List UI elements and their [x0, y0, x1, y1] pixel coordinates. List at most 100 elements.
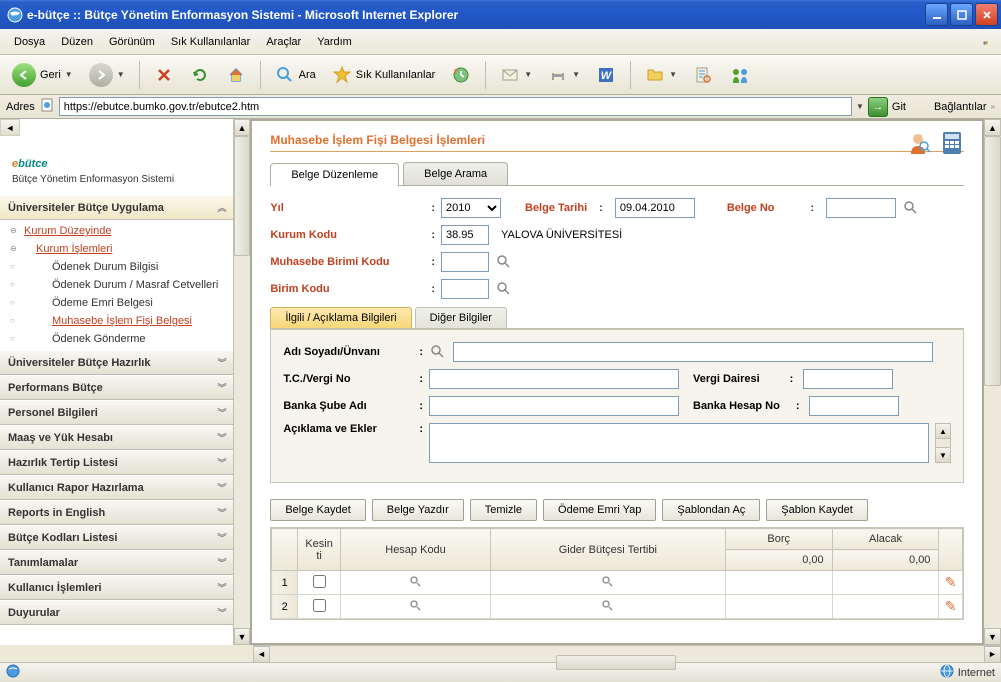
- input-belge-tarihi[interactable]: [615, 198, 695, 218]
- chk-kesinti-2[interactable]: [313, 599, 326, 612]
- chevron-down-icon: ︾: [218, 581, 225, 594]
- textarea-aciklama[interactable]: [429, 423, 929, 463]
- btn-odeme-emri[interactable]: Ödeme Emri Yap: [543, 499, 656, 521]
- forward-button[interactable]: ▼: [83, 59, 131, 91]
- history-button[interactable]: [445, 61, 477, 89]
- tree-odenek-masraf[interactable]: Ödenek Durum / Masraf Cetvelleri: [0, 276, 233, 294]
- search-muhasebe-icon[interactable]: [495, 253, 513, 271]
- input-birim-kodu[interactable]: [441, 279, 489, 299]
- label-kurum-kodu: Kurum Kodu: [270, 229, 425, 241]
- menu-yardim[interactable]: Yardım: [309, 32, 360, 52]
- research-button[interactable]: [687, 61, 719, 89]
- ie-status-icon: [6, 664, 20, 681]
- maximize-button[interactable]: [950, 3, 973, 26]
- menu-sik[interactable]: Sık Kullanılanlar: [163, 32, 259, 52]
- menu-dosya[interactable]: Dosya: [6, 32, 53, 52]
- acc-duyurular[interactable]: Duyurular︾: [0, 600, 233, 625]
- sidebar-back-arrow[interactable]: ◄: [0, 119, 20, 136]
- acc-kodlar[interactable]: Bütçe Kodları Listesi︾: [0, 525, 233, 550]
- search-belge-icon[interactable]: [902, 199, 920, 217]
- user-icon[interactable]: [904, 129, 932, 157]
- input-banka-hesap[interactable]: [809, 396, 899, 416]
- acc-kullanici[interactable]: Kullanıcı İşlemleri︾: [0, 575, 233, 600]
- content-hscrollbar[interactable]: ◄ ►: [253, 645, 1001, 662]
- refresh-button[interactable]: [184, 61, 216, 89]
- acc-tertip[interactable]: Hazırlık Tertip Listesi︾: [0, 450, 233, 475]
- acc-maas[interactable]: Maaş ve Yük Hesabı︾: [0, 425, 233, 450]
- home-button[interactable]: [220, 61, 252, 89]
- input-muhasebe-birimi[interactable]: [441, 252, 489, 272]
- address-input[interactable]: [59, 97, 852, 116]
- stop-button[interactable]: [148, 61, 180, 89]
- tab-belge-duzenleme[interactable]: Belge Düzenleme: [270, 163, 399, 186]
- tree-muhasebe-fisi[interactable]: Muhasebe İşlem Fişi Belgesi: [0, 312, 233, 330]
- word-button[interactable]: W: [590, 61, 622, 89]
- tree-odenek-durum[interactable]: Ödenek Durum Bilgisi: [0, 258, 233, 276]
- calculator-icon[interactable]: [938, 129, 966, 157]
- address-bar: Adres ▼ → Git Bağlantılar »: [0, 95, 1001, 119]
- tree-kurum-islemleri[interactable]: Kurum İşlemleri: [0, 240, 233, 258]
- folder-button[interactable]: ▼: [639, 61, 683, 89]
- favorites-button[interactable]: Sık Kullanılanlar: [326, 61, 442, 89]
- print-button[interactable]: ▼: [542, 61, 586, 89]
- acc-reports-en[interactable]: Reports in English︾: [0, 500, 233, 525]
- input-adi-soyadi[interactable]: [453, 342, 933, 362]
- btn-sablon-ac[interactable]: Şablondan Aç: [662, 499, 760, 521]
- input-kurum-kodu[interactable]: [441, 225, 489, 245]
- tree-odeme-emri[interactable]: Ödeme Emri Belgesi: [0, 294, 233, 312]
- tree-odenek-gonderme[interactable]: Ödenek Gönderme: [0, 330, 233, 348]
- chevron-down-icon: ︾: [218, 356, 225, 369]
- menu-bar: Dosya Düzen Görünüm Sık Kullanılanlar Ar…: [0, 29, 1001, 55]
- content-scrollbar[interactable]: ▲ ▼: [984, 119, 1001, 645]
- close-button[interactable]: [975, 3, 998, 26]
- subtab-ilgili[interactable]: İlgili / Açıklama Bilgileri: [270, 307, 411, 328]
- search-adi-icon[interactable]: [429, 343, 447, 361]
- go-button[interactable]: →: [868, 97, 888, 117]
- tab-belge-arama[interactable]: Belge Arama: [403, 162, 508, 185]
- search-birim-icon[interactable]: [495, 280, 513, 298]
- btn-temizle[interactable]: Temizle: [470, 499, 537, 521]
- globe-icon: [940, 664, 954, 681]
- search-hesap-2-icon[interactable]: [407, 597, 425, 615]
- tree-kurum-duzeyinde[interactable]: Kurum Düzeyinde: [0, 222, 233, 240]
- acc-rapor[interactable]: Kullanıcı Rapor Hazırlama︾: [0, 475, 233, 500]
- acc-hazirlik[interactable]: Üniversiteler Bütçe Hazırlık︾: [0, 350, 233, 375]
- sidebar-scrollbar[interactable]: ▲ ▼: [234, 119, 251, 645]
- input-tc-vergi[interactable]: [429, 369, 679, 389]
- textarea-scrollbar[interactable]: ▲▼: [935, 423, 951, 463]
- alacak-total: 0,00: [832, 550, 939, 571]
- content-panel: Muhasebe İşlem Fişi Belgesi İşlemleri Be…: [252, 121, 982, 643]
- search-gider-2-icon[interactable]: [599, 597, 617, 615]
- input-belge-no[interactable]: [826, 198, 896, 218]
- edit-row-2-icon[interactable]: ✎: [945, 598, 957, 614]
- menu-gorunum[interactable]: Görünüm: [101, 32, 163, 52]
- minimize-button[interactable]: [925, 3, 948, 26]
- label-birim-kodu: Birim Kodu: [270, 283, 425, 295]
- links-label: Bağlantılar: [934, 101, 987, 113]
- search-gider-1-icon[interactable]: [599, 573, 617, 591]
- acc-performans[interactable]: Performans Bütçe︾: [0, 375, 233, 400]
- btn-belge-yazdir[interactable]: Belge Yazdır: [372, 499, 464, 521]
- menu-duzen[interactable]: Düzen: [53, 32, 101, 52]
- chevron-down-icon: ︾: [218, 481, 225, 494]
- chevron-down-icon: ︾: [218, 531, 225, 544]
- input-vergi-dairesi[interactable]: [803, 369, 893, 389]
- menu-araclar[interactable]: Araçlar: [258, 32, 309, 52]
- acc-personel[interactable]: Personel Bilgileri︾: [0, 400, 233, 425]
- search-hesap-1-icon[interactable]: [407, 573, 425, 591]
- chk-kesinti-1[interactable]: [313, 575, 326, 588]
- input-banka-sube[interactable]: [429, 396, 679, 416]
- address-dropdown-icon[interactable]: ▼: [856, 102, 864, 111]
- back-button[interactable]: Geri ▼: [6, 59, 79, 91]
- mail-button[interactable]: ▼: [494, 61, 538, 89]
- acc-tanimlamalar[interactable]: Tanımlamalar︾: [0, 550, 233, 575]
- search-button[interactable]: Ara: [269, 61, 322, 89]
- subtab-diger[interactable]: Diğer Bilgiler: [415, 307, 507, 328]
- edit-row-1-icon[interactable]: ✎: [945, 574, 957, 590]
- select-yil[interactable]: 2010: [441, 198, 501, 218]
- btn-belge-kaydet[interactable]: Belge Kaydet: [270, 499, 365, 521]
- messenger-button[interactable]: [723, 61, 757, 89]
- chevron-down-icon: ︾: [218, 556, 225, 569]
- acc-universiteler-uygulama[interactable]: Üniversiteler Bütçe Uygulama ︽: [0, 195, 233, 220]
- btn-sablon-kaydet[interactable]: Şablon Kaydet: [766, 499, 868, 521]
